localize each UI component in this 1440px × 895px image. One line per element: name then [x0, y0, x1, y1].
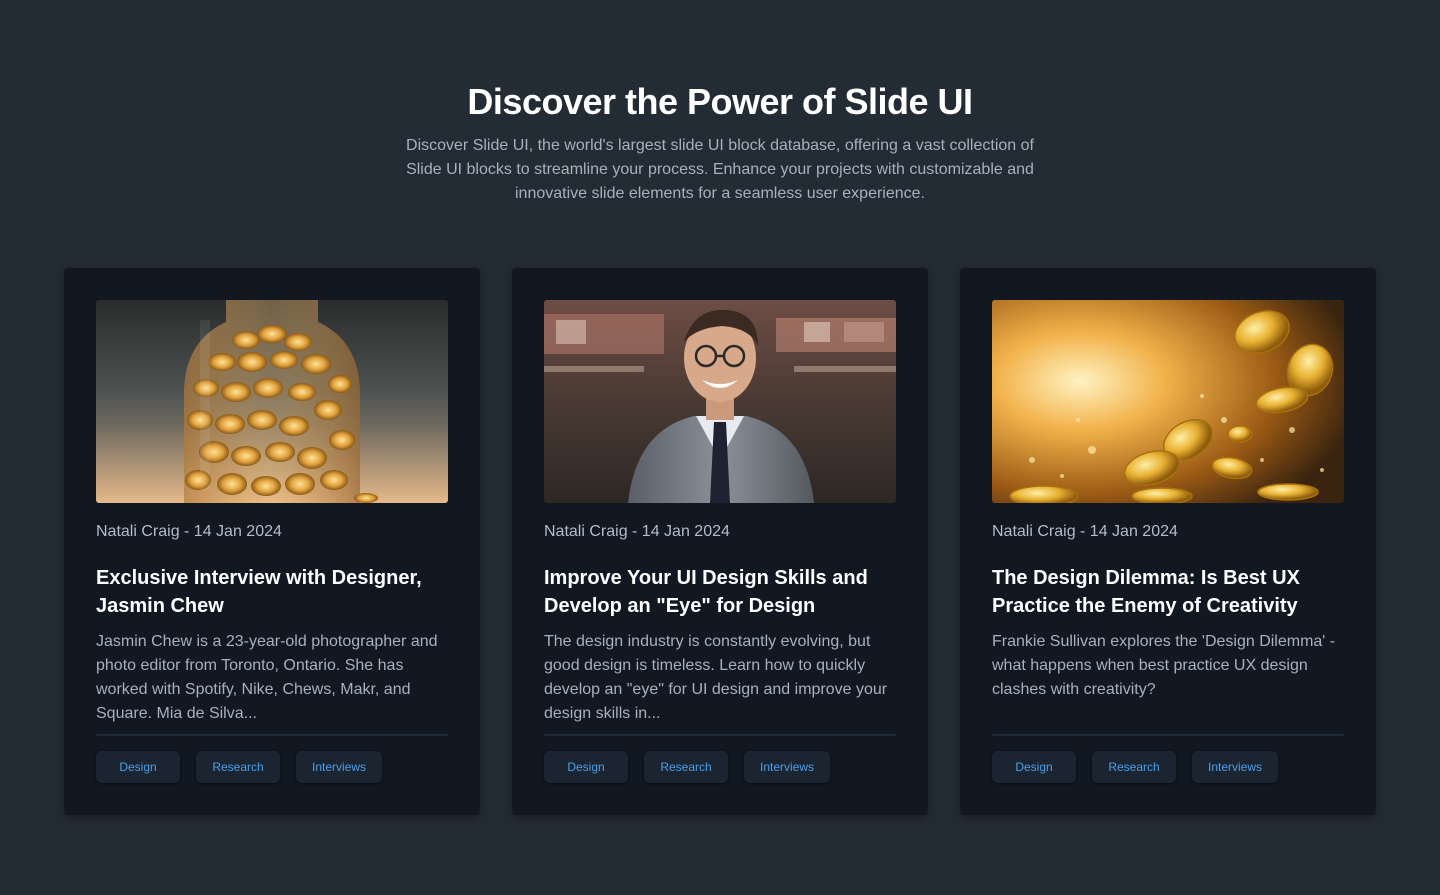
post-title[interactable]: Improve Your UI Design Skills and Develo… — [544, 564, 896, 620]
tag-interviews[interactable]: Interviews — [1192, 751, 1279, 783]
blog-card[interactable]: Natali Craig - 14 Jan 2024 Exclusive Int… — [64, 268, 480, 815]
falling-gold-coins-image[interactable] — [992, 300, 1344, 503]
smiling-man-portrait-image[interactable] — [544, 300, 896, 503]
divider — [96, 734, 448, 736]
tag-list: Design Research Interviews — [544, 751, 831, 783]
tag-design[interactable]: Design — [544, 751, 628, 783]
tag-research[interactable]: Research — [644, 751, 728, 783]
tag-design[interactable]: Design — [96, 751, 180, 783]
blog-card[interactable]: Natali Craig - 14 Jan 2024 Improve Your … — [512, 268, 928, 815]
post-excerpt: The design industry is constantly evolvi… — [544, 633, 888, 722]
post-excerpt: Jasmin Chew is a 23-year-old photographe… — [96, 633, 438, 722]
tag-list: Design Research Interviews — [992, 751, 1279, 783]
blog-card[interactable]: Natali Craig - 14 Jan 2024 The Design Di… — [960, 268, 1376, 815]
post-meta: Natali Craig - 14 Jan 2024 — [96, 523, 282, 540]
tag-interviews[interactable]: Interviews — [744, 751, 831, 783]
divider — [992, 734, 1344, 736]
page-description: Discover Slide UI, the world's largest s… — [406, 137, 1034, 202]
hero-section: Discover the Power of Slide UI Discover … — [0, 80, 1440, 206]
page: Discover the Power of Slide UI Discover … — [0, 0, 1440, 895]
tag-research[interactable]: Research — [1092, 751, 1176, 783]
post-meta: Natali Craig - 14 Jan 2024 — [544, 523, 730, 540]
post-excerpt: Frankie Sullivan explores the 'Design Di… — [992, 633, 1336, 698]
post-title[interactable]: Exclusive Interview with Designer, Jasmi… — [96, 564, 448, 620]
tag-interviews[interactable]: Interviews — [296, 751, 383, 783]
post-title[interactable]: The Design Dilemma: Is Best UX Practice … — [992, 564, 1344, 620]
tag-design[interactable]: Design — [992, 751, 1076, 783]
post-meta: Natali Craig - 14 Jan 2024 — [992, 523, 1178, 540]
tag-research[interactable]: Research — [196, 751, 280, 783]
divider — [544, 734, 896, 736]
page-title: Discover the Power of Slide UI — [467, 81, 973, 122]
tag-list: Design Research Interviews — [96, 751, 383, 783]
blog-cards: Natali Craig - 14 Jan 2024 Exclusive Int… — [64, 268, 1376, 815]
coin-jar-image[interactable] — [96, 300, 448, 503]
